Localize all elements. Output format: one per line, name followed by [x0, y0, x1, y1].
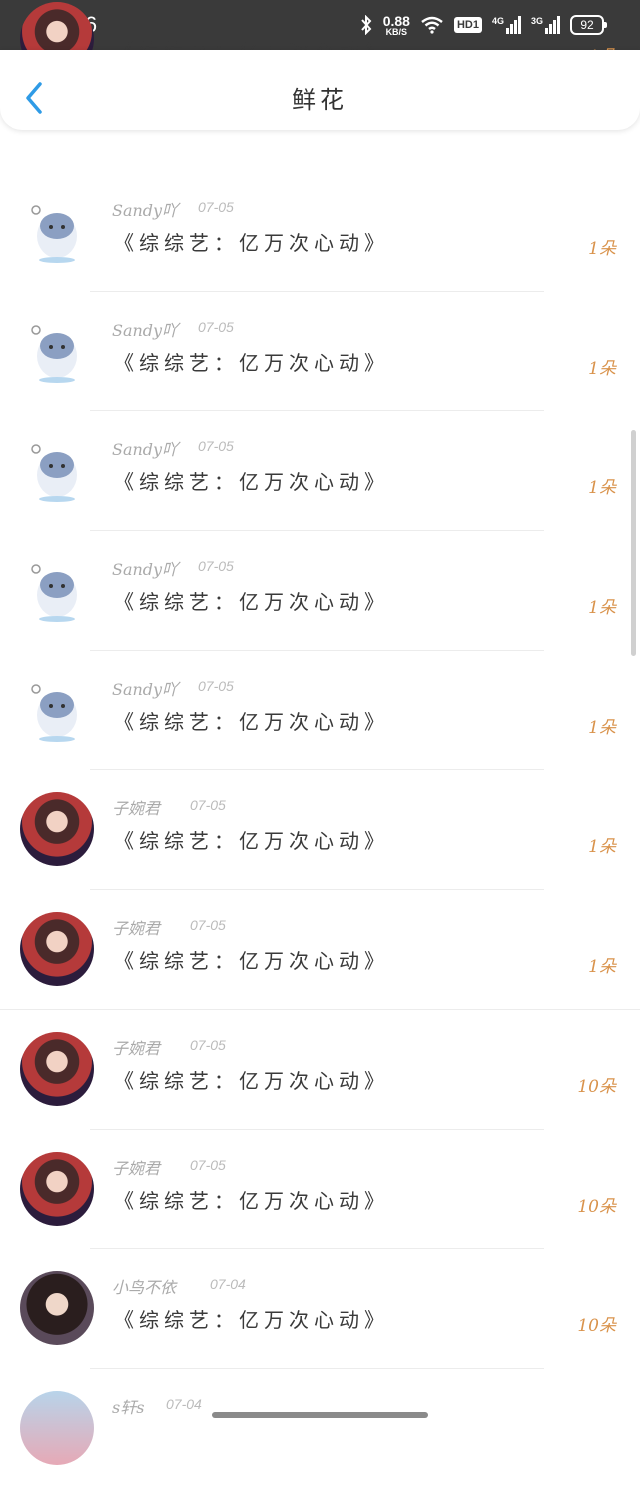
- avatar[interactable]: [20, 673, 94, 747]
- flower-count: 10朵: [577, 1316, 616, 1337]
- user-name[interactable]: Sandy吖: [112, 556, 178, 580]
- avatar[interactable]: [20, 553, 94, 627]
- flower-count: 1朵: [588, 837, 616, 858]
- user-name[interactable]: 子婉君: [112, 915, 160, 939]
- avatar[interactable]: [20, 1031, 94, 1106]
- avatar[interactable]: [20, 912, 94, 987]
- date: 07-05: [190, 1156, 226, 1173]
- user-name[interactable]: s轩s: [112, 1394, 144, 1418]
- list-item[interactable]: 子婉君 07-05 《综综艺：亿万次心动》 1朵: [0, 770, 640, 891]
- item-title: 《综综艺：亿万次心动》: [114, 949, 389, 974]
- avatar[interactable]: [20, 1271, 94, 1346]
- user-name[interactable]: 小鸟不依: [112, 1274, 176, 1298]
- date: 07-05: [190, 917, 226, 934]
- user-name[interactable]: Sandy吖: [112, 676, 178, 700]
- flower-count: 1朵: [588, 478, 616, 499]
- flower-list-visible: Sandy吖 07-05 《综综艺：亿万次心动》 1朵 Sandy吖 07-05…: [0, 172, 640, 1489]
- list-item[interactable]: 子婉君 07-05 《综综艺：亿万次心动》 10朵: [0, 1130, 640, 1250]
- avatar[interactable]: [20, 1151, 94, 1226]
- flower-count: 1朵: [588, 598, 616, 619]
- flower-count: 1朵: [588, 957, 616, 978]
- date: 07-05: [198, 318, 234, 335]
- list-item[interactable]: s轩s 07-04: [0, 1369, 640, 1489]
- page-title: 鲜花: [292, 86, 348, 114]
- list-item[interactable]: Sandy吖 07-05 《综综艺：亿万次心动》 1朵: [0, 172, 640, 292]
- list-item[interactable]: 小鸟不依 07-04 《综综艺：亿万次心动》 10朵: [0, 1249, 640, 1369]
- user-name[interactable]: Sandy吖: [112, 197, 178, 221]
- home-indicator[interactable]: [212, 1412, 428, 1418]
- date: 07-05: [198, 558, 234, 575]
- flower-count: 1朵: [588, 717, 616, 738]
- list-item[interactable]: Sandy吖 07-05 《综综艺：亿万次心动》 1朵: [0, 292, 640, 412]
- user-name[interactable]: Sandy吖: [112, 317, 178, 341]
- flower-count: 1朵: [588, 358, 616, 379]
- list-item[interactable]: Sandy吖 07-05 《综综艺：亿万次心动》 1朵: [0, 651, 640, 771]
- date: 07-04: [166, 1395, 202, 1412]
- item-title: 《综综艺：亿万次心动》: [114, 231, 389, 255]
- item-title: 《综综艺：亿万次心动》: [114, 1068, 389, 1093]
- avatar[interactable]: [20, 433, 94, 507]
- user-name[interactable]: 子婉君: [112, 1155, 160, 1179]
- date: 07-05: [190, 797, 226, 814]
- user-name[interactable]: 子婉君: [112, 795, 160, 819]
- list-item[interactable]: Sandy吖 07-05 《综综艺：亿万次心动》 1朵: [0, 531, 640, 651]
- list-item[interactable]: 子婉君 07-05 《综综艺：亿万次心动》 1朵: [0, 890, 640, 1010]
- avatar[interactable]: [20, 194, 94, 268]
- date: 07-04: [210, 1276, 246, 1293]
- user-name[interactable]: Sandy吖: [112, 436, 178, 460]
- avatar[interactable]: [20, 1390, 94, 1465]
- flower-count: 1朵: [588, 239, 616, 259]
- item-title: 《综综艺：亿万次心动》: [114, 590, 389, 615]
- date: 07-05: [198, 199, 234, 215]
- list-item[interactable]: Sandy吖 07-05 《综综艺：亿万次心动》 1朵: [0, 411, 640, 532]
- date: 07-05: [190, 1036, 226, 1053]
- scrollbar[interactable]: [631, 430, 636, 656]
- item-title: 《综综艺：亿万次心动》: [114, 1188, 389, 1213]
- flower-count: 10朵: [577, 1196, 616, 1217]
- item-title: 《综综艺：亿万次心动》: [114, 709, 389, 734]
- date: 07-05: [198, 438, 234, 455]
- flower-count: 10朵: [577, 1076, 616, 1097]
- user-name[interactable]: 子婉君: [112, 1035, 160, 1059]
- header: 鲜花: [0, 50, 640, 130]
- item-title: 《综综艺：亿万次心动》: [114, 470, 389, 495]
- item-title: 《综综艺：亿万次心动》: [114, 350, 389, 375]
- item-title: 《综综艺：亿万次心动》: [114, 1308, 389, 1333]
- avatar[interactable]: [20, 314, 94, 388]
- avatar[interactable]: [20, 792, 94, 867]
- list-item[interactable]: 子婉君 07-05 《综综艺：亿万次心动》 10朵: [0, 1010, 640, 1130]
- date: 07-05: [198, 677, 234, 694]
- item-title: 《综综艺：亿万次心动》: [114, 829, 389, 854]
